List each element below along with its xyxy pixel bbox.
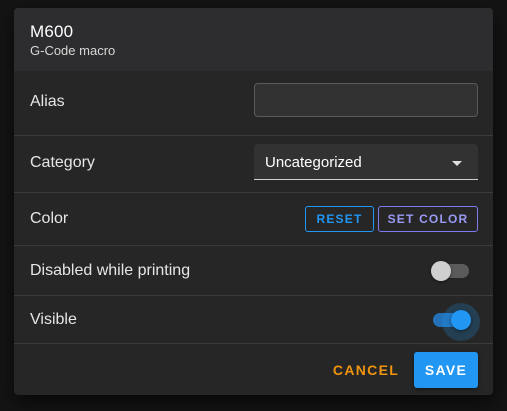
save-button[interactable]: SAVE [414,352,478,388]
category-row: Category Uncategorized [14,136,493,193]
disabled-while-printing-label: Disabled while printing [30,262,191,279]
color-row: Color RESET SET COLOR [14,193,493,246]
color-label: Color [30,210,69,227]
visible-row: Visible [14,296,493,344]
category-select[interactable]: Uncategorized [254,144,478,180]
alias-label: Alias [30,93,65,110]
alias-row: Alias [14,71,493,136]
dialog-title: M600 [30,22,74,41]
reset-color-button[interactable]: RESET [305,206,374,232]
category-selected-value: Uncategorized [265,154,362,171]
alias-input[interactable] [254,83,478,117]
macro-settings-dialog: M600 G-Code macro Alias Category Uncateg… [14,8,493,395]
toggle-knob [431,261,451,281]
category-label: Category [30,154,95,171]
cancel-button[interactable]: CANCEL [331,352,401,388]
disabled-while-printing-toggle[interactable] [431,261,469,281]
dialog-header: M600 G-Code macro [14,8,493,71]
visible-toggle[interactable] [433,303,480,341]
visible-label: Visible [30,311,77,328]
dialog-subtitle: G-Code macro [30,43,116,58]
set-color-button[interactable]: SET COLOR [378,206,478,232]
dialog-actions: CANCEL SAVE [14,344,493,395]
caret-down-icon [452,161,462,166]
disabled-while-printing-row: Disabled while printing [14,246,493,296]
toggle-knob [451,310,471,330]
